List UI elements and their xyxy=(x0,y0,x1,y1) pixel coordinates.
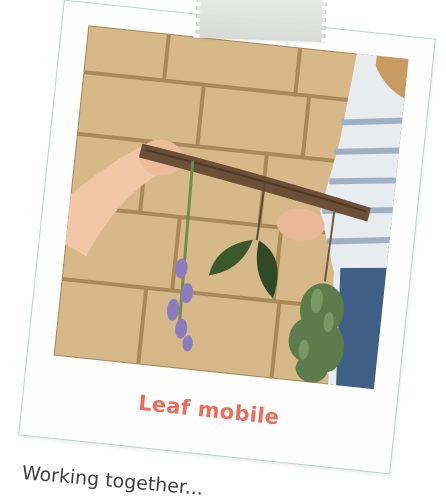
caption-title: Leaf mobile xyxy=(137,390,281,430)
leaf-mobile-photo xyxy=(53,25,409,390)
tape-strip xyxy=(195,0,327,43)
page: Leaf mobile Working together... xyxy=(0,0,446,499)
body-text: Working together... xyxy=(21,462,205,499)
polaroid-card: Leaf mobile xyxy=(18,0,436,475)
photo-illustration xyxy=(53,25,409,390)
